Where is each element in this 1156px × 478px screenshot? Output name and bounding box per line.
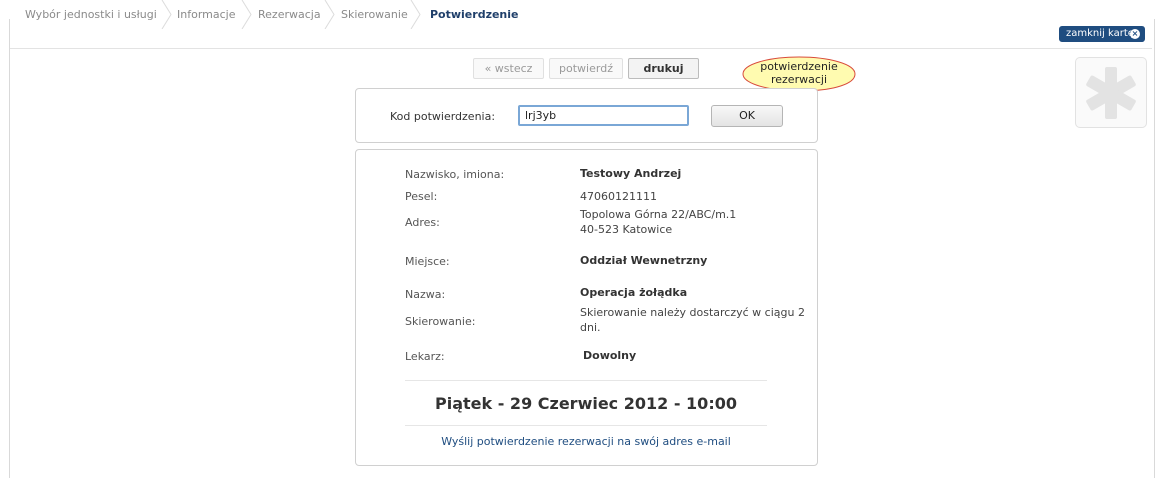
- appointment-datetime: Piątek - 29 Czerwiec 2012 - 10:00: [435, 394, 737, 413]
- place-label: Miejsce:: [405, 255, 450, 268]
- breadcrumb-item-unit[interactable]: Wybór jednostki i usługi: [25, 0, 157, 29]
- breadcrumb-item-referral[interactable]: Skierowanie: [341, 0, 408, 29]
- send-email-link[interactable]: Wyślij potwierdzenie rezerwacji na swój …: [356, 435, 816, 448]
- tooltip-line1: potwierdzenie: [760, 60, 838, 73]
- name-label: Nazwisko, imiona:: [405, 168, 505, 181]
- referral-line2: dni.: [580, 321, 601, 334]
- print-button[interactable]: drukuj: [628, 58, 699, 79]
- doctor-label: Lekarz:: [405, 350, 445, 363]
- breadcrumb-separator-icon: [324, 0, 335, 29]
- confirmation-code-input[interactable]: [518, 105, 689, 126]
- service-value: Operacja żołądka: [580, 286, 688, 299]
- pesel-value: 47060121111: [580, 190, 657, 203]
- confirm-button[interactable]: potwierdź: [549, 58, 623, 79]
- service-label: Nazwa:: [405, 288, 446, 301]
- address-label: Adres:: [405, 216, 440, 229]
- divider: [405, 425, 767, 426]
- referral-label: Skierowanie:: [405, 315, 476, 328]
- close-icon: ×: [1130, 29, 1140, 39]
- breadcrumb-item-confirmation[interactable]: Potwierdzenie: [430, 0, 519, 29]
- breadcrumb-item-reservation[interactable]: Rezerwacja: [258, 0, 321, 29]
- divider: [405, 380, 767, 381]
- address-line1: Topolowa Górna 22/ABC/m.1: [580, 208, 737, 221]
- back-button[interactable]: « wstecz: [473, 58, 544, 79]
- ok-button[interactable]: OK: [711, 105, 783, 127]
- close-card-button[interactable]: zamknij kartę ×: [1059, 26, 1145, 42]
- doctor-value: Dowolny: [583, 349, 637, 362]
- close-card-label: zamknij kartę: [1066, 28, 1134, 39]
- address-line2: 40-523 Katowice: [580, 223, 673, 236]
- confirmation-code-label: Kod potwierdzenia:: [390, 110, 496, 123]
- breadcrumb-separator-icon: [161, 0, 172, 29]
- pesel-label: Pesel:: [405, 190, 438, 203]
- star-of-life-icon: [1086, 67, 1136, 119]
- referral-line1: Skierowanie należy dostarczyć w ciągu 2: [580, 306, 805, 319]
- tooltip-line2: rezerwacji: [770, 73, 827, 86]
- breadcrumb-separator-icon: [241, 0, 252, 29]
- name-value: Testowy Andrzej: [580, 167, 682, 180]
- breadcrumb-separator-icon: [410, 0, 421, 29]
- place-value: Oddział Wewnetrzny: [580, 254, 708, 267]
- breadcrumb-item-info[interactable]: Informacje: [177, 0, 235, 29]
- medical-logo: [1075, 57, 1147, 128]
